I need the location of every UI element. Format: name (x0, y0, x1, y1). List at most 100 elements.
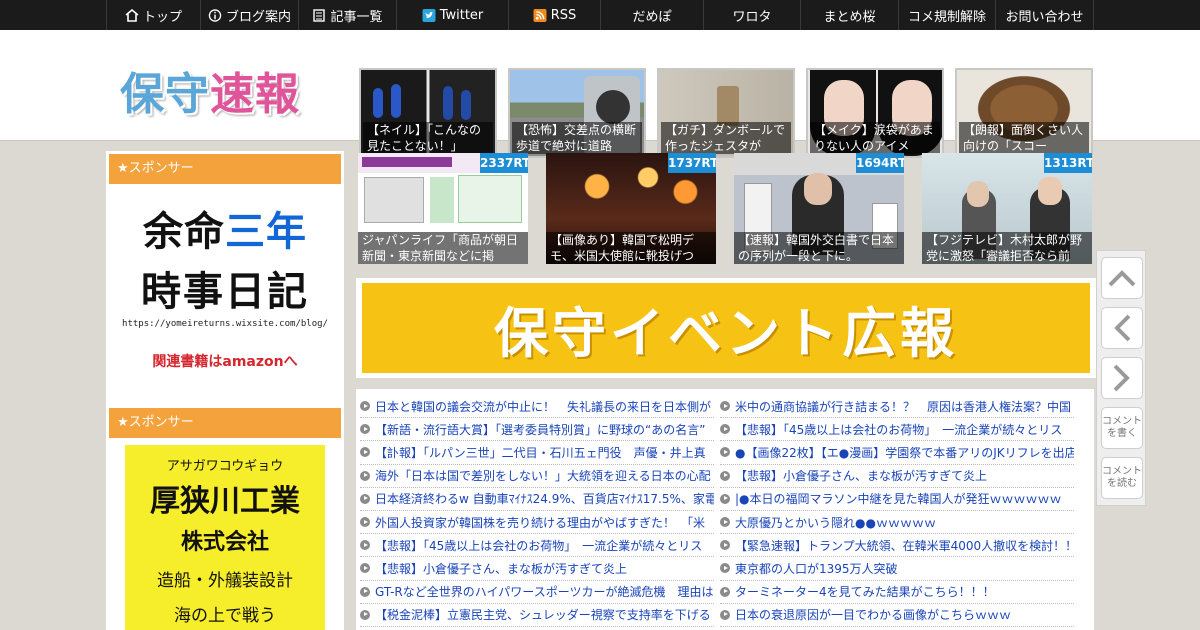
rt-card[interactable]: 1737RT 【画像あり】韓国で松明デモ、米国大使館に靴投げつ (546, 153, 716, 264)
news-link[interactable]: 大原優乃とかいう隠れ●●ｗｗｗｗｗ (735, 514, 936, 531)
list-item[interactable]: 外国人投資家が韓国株を売り続ける理由がやばすぎた！ 「米 (360, 511, 714, 535)
list-item[interactable]: ターミネーター4を見てみた結果がこちら！！！ (720, 581, 1074, 604)
header-thumb[interactable]: 【恐怖】交差点の横断歩道で絶対に道路 (508, 68, 646, 158)
next-article-button[interactable] (1101, 357, 1143, 399)
header-thumb[interactable]: 【ネイル】「こんなの見たことない！」 (359, 68, 497, 158)
list-item[interactable]: 【悲報】「45歳以上は会社のお荷物」 一流企業が続々とリス (360, 534, 714, 558)
list-item[interactable]: |●本日の福岡マラソン中継を見た韓国人が発狂ｗｗｗｗｗｗ (720, 488, 1074, 511)
news-link[interactable]: 外国人投資家が韓国株を売り続ける理由がやばすぎた！ 「米 (375, 514, 705, 531)
rt-card-caption: 【速報】韓国外交白書で日本の序列が一段と下に。 (734, 232, 904, 264)
list-item[interactable]: 米中の通商協議が行き詰まる！？ 原因は香港人権法案？中国 (720, 395, 1074, 419)
arrow-bullet-icon (360, 540, 370, 551)
list-item[interactable]: 【緊急速報】トランプ大統領、在韓米軍4000人撤収を検討！！ (720, 534, 1074, 558)
nav-label: まとめ桜 (823, 9, 876, 25)
company-desc: 造船・外艤装設計 (157, 571, 293, 591)
news-link[interactable]: 東京都の人口が1395万人突破 (735, 560, 898, 577)
news-link[interactable]: ターミネーター4を見てみた結果がこちら！！！ (735, 583, 995, 600)
list-item[interactable]: 東京都の人口が1395万人突破 (720, 557, 1074, 581)
arrow-bullet-icon (720, 609, 730, 620)
list-item[interactable]: 日本経済終わるw 自動車ﾏｲﾅｽ24.9%、百貨店ﾏｲﾅｽ17.5%、家電ﾏ (360, 488, 714, 511)
news-link[interactable]: ●【画像22枚】【エ●漫画】学園祭で本番アリのJKリフレを出店 (735, 444, 1074, 461)
news-link[interactable]: 【新語・流行語大賞】「選考委員特別賞」に野球の“あの名言” (375, 421, 705, 438)
nav-label: RSS (550, 7, 577, 23)
prev-article-button[interactable] (1101, 307, 1143, 349)
list-item[interactable]: 【税金泥棒】立憲民主党、シュレッダー視察で支持率を下げる (360, 604, 714, 627)
nav-comment-unblock[interactable]: コメ規制解除 (899, 0, 996, 30)
news-link[interactable]: 日本と韓国の議会交流が中止に！ 失礼議長の来日を日本側が (375, 398, 711, 415)
rss-icon (533, 8, 547, 22)
nav-twitter[interactable]: Twitter (397, 0, 509, 30)
thumb-caption: 【恐怖】交差点の横断歩道で絶対に道路 (512, 122, 642, 154)
list-item[interactable]: 【新語・流行語大賞】「選考委員特別賞」に野球の“あの名言” (360, 418, 714, 442)
list-item[interactable]: 【悲報】小倉優子さん、まな板が汚すぎて炎上 (360, 557, 714, 581)
info-icon (208, 8, 222, 22)
home-icon (125, 8, 139, 22)
list-item[interactable]: GT-Rなど全世界のハイパワースポーツカーが絶滅危機 理由は (360, 581, 714, 604)
list-item[interactable]: 大原優乃とかいう隠れ●●ｗｗｗｗｗ (720, 511, 1074, 535)
rt-card-caption: ジャパンライフ「商品が朝日新聞・東京新聞などに掲 (358, 232, 528, 264)
list-item[interactable]: 海外「日本は国で差別をしない！」大統領を迎える日本の心配 (360, 465, 714, 488)
floating-side-buttons: コメントを書く コメントを読む (1096, 250, 1146, 506)
news-link[interactable]: 【悲報】小倉優子さん、まな板が汚すぎて炎上 (735, 467, 987, 484)
nav-warota[interactable]: ワロタ (704, 0, 801, 30)
nav-damepo[interactable]: だめぽ (601, 0, 704, 30)
scroll-top-button[interactable] (1101, 257, 1143, 299)
nav-top[interactable]: トップ (106, 0, 201, 30)
news-link[interactable]: 【税金泥棒】立憲民主党、シュレッダー視察で支持率を下げる (375, 606, 711, 623)
list-item[interactable]: 【訃報】「ルパン三世」二代目・石川五ェ門役 声優・井上真 (360, 441, 714, 465)
list-item[interactable]: 日本の衰退原因が一目でわかる画像がこちらｗｗｗ (720, 604, 1074, 627)
news-link[interactable]: 【訃報】「ルパン三世」二代目・石川五ェ門役 声優・井上真 (375, 444, 706, 461)
arrow-bullet-icon (720, 470, 730, 481)
read-comment-button[interactable]: コメントを読む (1101, 457, 1143, 499)
news-link[interactable]: 米中の通商協議が行き詰まる！？ 原因は香港人権法案？中国 (735, 398, 1071, 415)
list-item[interactable]: 【悲報】小倉優子さん、まな板が汚すぎて炎上 (720, 465, 1074, 488)
banner-line-2: 時事日記 (141, 269, 309, 315)
news-link[interactable]: 海外「日本は国で差別をしない！」大統領を迎える日本の心配 (375, 467, 711, 484)
top-nav: トップ ブログ案内 記事一覧 Twitter RSS だめぽ ワロタ まとめ桜 … (0, 0, 1200, 30)
arrow-bullet-icon (720, 586, 730, 597)
news-link[interactable]: 【緊急速報】トランプ大統領、在韓米軍4000人撤収を検討！！ (735, 537, 1074, 554)
list-item[interactable]: 日本と韓国の議会交流が中止に！ 失礼議長の来日を日本側が (360, 395, 714, 419)
header-thumb[interactable]: 【ガチ】ダンボールで作ったジェスタが (657, 68, 795, 158)
nav-contact[interactable]: お問い合わせ (996, 0, 1094, 30)
nav-label: お問い合わせ (1005, 9, 1084, 25)
header-thumb[interactable]: 【メイク】涙袋があまりない人のアイメ (806, 68, 944, 158)
sponsor-banner-yomei[interactable]: 余命三年 時事日記 https://yomeireturns.wixsite.c… (109, 197, 341, 377)
arrow-bullet-icon (360, 470, 370, 481)
news-link[interactable]: 【悲報】小倉優子さん、まな板が汚すぎて炎上 (375, 560, 627, 577)
news-list: 日本と韓国の議会交流が中止に！ 失礼議長の来日を日本側が 【新語・流行語大賞】「… (356, 389, 1094, 630)
nav-article-list[interactable]: 記事一覧 (299, 0, 397, 30)
rt-card[interactable]: 1694RT 【速報】韓国外交白書で日本の序列が一段と下に。 (734, 153, 904, 264)
arrow-bullet-icon (360, 517, 370, 528)
banner-url: https://yomeireturns.wixsite.com/blog/ (122, 319, 328, 329)
banner-line-1: 余命三年 (109, 199, 341, 257)
amazon-link[interactable]: 関連書籍はamazonへ (109, 351, 341, 371)
nav-rss[interactable]: RSS (509, 0, 601, 30)
event-banner[interactable]: 保守イベント広報 (356, 278, 1096, 378)
rt-count-badge: 1313RT (1044, 153, 1092, 173)
thumb-caption: 【ガチ】ダンボールで作ったジェスタが (661, 122, 791, 154)
news-link[interactable]: 【悲報】「45歳以上は会社のお荷物」 一流企業が続々とリス (375, 537, 702, 554)
news-link[interactable]: 日本の衰退原因が一目でわかる画像がこちらｗｗｗ (735, 606, 1011, 623)
arrow-bullet-icon (720, 493, 730, 504)
list-icon (313, 8, 326, 22)
list-item[interactable]: 【悲報】「45歳以上は会社のお荷物」 一流企業が続々とリス (720, 418, 1074, 442)
rt-card[interactable]: 1313RT 【フジテレビ】木村太郎が野党に激怒「審議拒否なら前 (922, 153, 1092, 264)
header-thumb[interactable]: 【朗報】面倒くさい人向けの「スコー (955, 68, 1093, 158)
news-link[interactable]: 日本経済終わるw 自動車ﾏｲﾅｽ24.9%、百貨店ﾏｲﾅｽ17.5%、家電ﾏ (375, 490, 714, 507)
nav-matome-sakura[interactable]: まとめ桜 (801, 0, 899, 30)
news-link[interactable]: |●本日の福岡マラソン中継を見た韓国人が発狂ｗｗｗｗｗｗ (735, 490, 1062, 507)
list-item[interactable]: ●【画像22枚】【エ●漫画】学園祭で本番アリのJKリフレを出店 (720, 441, 1074, 465)
write-comment-button[interactable]: コメントを書く (1101, 407, 1143, 449)
chevron-left-icon (1114, 314, 1131, 342)
chevron-right-icon (1113, 364, 1130, 392)
sponsor-banner-asagawa[interactable]: アサガワコウギョウ 厚狭川工業 株式会社 造船・外艤装設計 海の上で戦う (125, 445, 325, 630)
nav-blog-guide[interactable]: ブログ案内 (201, 0, 299, 30)
header-thumbnails: 【ネイル】「こんなの見たことない！」 【恐怖】交差点の横断歩道で絶対に道路 【ガ… (359, 68, 1093, 158)
main-content: 2337RT ジャパンライフ「商品が朝日新聞・東京新聞などに掲 1737RT 【… (354, 151, 1096, 630)
news-link[interactable]: 【悲報】「45歳以上は会社のお荷物」 一流企業が続々とリス (735, 421, 1062, 438)
site-logo[interactable]: 保守速報 (120, 58, 300, 122)
rt-card[interactable]: 2337RT ジャパンライフ「商品が朝日新聞・東京新聞などに掲 (358, 153, 528, 264)
news-link[interactable]: GT-Rなど全世界のハイパワースポーツカーが絶滅危機 理由は (375, 583, 713, 600)
arrow-bullet-icon (720, 540, 730, 551)
